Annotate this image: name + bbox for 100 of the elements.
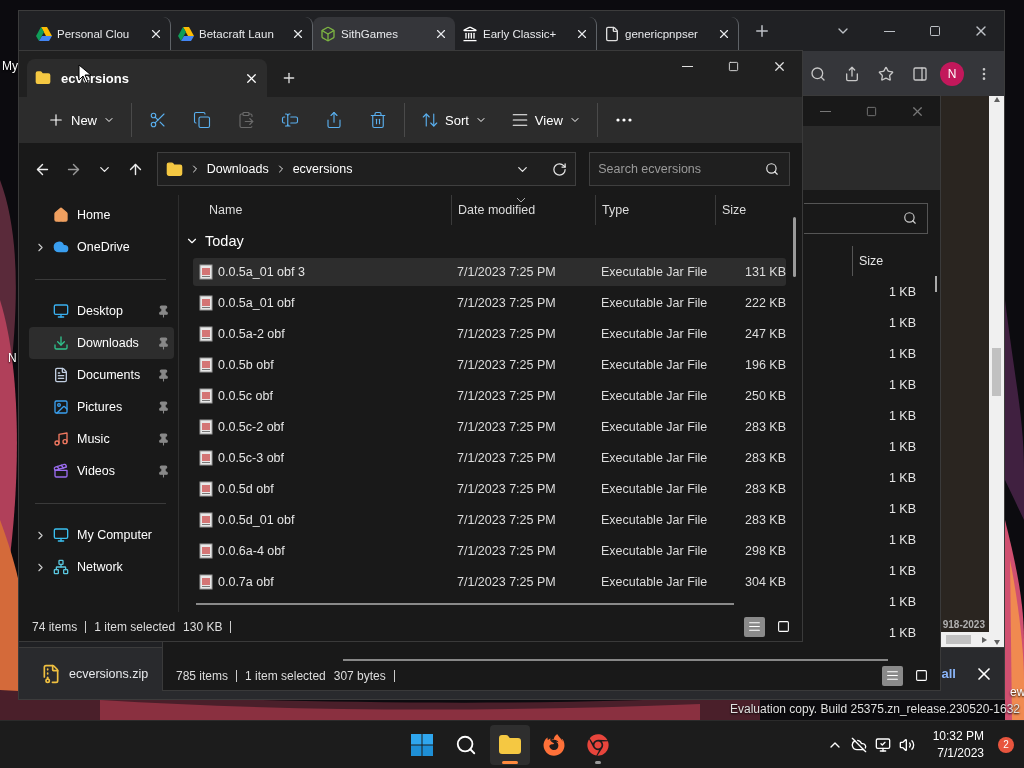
file-row[interactable]: 0.0.5c obf 7/1/2023 7:25 PM Executable Jar File 250 KB [193,382,786,410]
size-cell: 1 KB [888,532,916,547]
selection-size: 307 bytes [333,668,386,683]
selection-info: 1 item selected [245,668,326,683]
date-cell-text: 7/1/2023 7:25 PM [456,512,557,527]
selection-info: 1 item selected [94,619,176,634]
column-header[interactable]: Date modified [451,195,595,225]
breadcrumb[interactable]: Downloads [206,162,269,176]
size-cell: 1 KB [888,408,916,423]
file-row[interactable]: 0.0.5a-2 obf 7/1/2023 7:25 PM Executable Jar File 247 KB [193,320,786,349]
sidebar-item[interactable]: Pictures [29,391,174,423]
search-field[interactable]: Search ecversions [589,152,790,186]
browser-tab[interactable]: SithGames [313,17,455,51]
size-cell: 1 KB [888,284,916,299]
type-cell-text: Executable Jar File [600,574,709,589]
type-cell-text: Executable Jar File [600,419,709,434]
size-cell: 1 KB [888,315,916,330]
file-name: 0.0.6a-4 obf [218,543,285,558]
file-row[interactable]: 0.0.5a_01 obf 3 7/1/2023 7:25 PM Executable Jar File 131 KB [193,258,786,287]
download-item[interactable]: ecversions.zip [37,659,153,688]
file-row[interactable]: 0.0.5d obf 7/1/2023 7:25 PM Executable Jar File 283 KB [193,474,786,503]
date-cell-text: 7/1/2023 7:25 PM [456,358,557,373]
item-count: 785 items [176,668,229,683]
size-cell-text: 131 KB [744,265,786,280]
type-cell-text: Executable Jar File [600,481,709,496]
page-footer-text: 918-2023 [942,619,985,630]
sidebar-item[interactable]: Music [29,423,174,455]
file-row[interactable]: 0.0.5a_01 obf 7/1/2023 7:25 PM Executable Jar File 222 KB [193,289,786,318]
size-cell-text: 283 KB [744,512,786,527]
sidebar-item[interactable]: Downloads [29,327,174,359]
sidebar-item[interactable]: My Computer [29,519,174,551]
sidebar-item[interactable]: Network [29,551,174,583]
file-row[interactable]: 0.0.6a-4 obf 7/1/2023 7:25 PM Executable Jar File 298 KB [193,536,786,565]
date-cell-text: 7/1/2023 7:25 PM [456,450,557,465]
view-button[interactable]: View [500,103,591,137]
size-cell-text: 247 KB [744,327,786,342]
date-cell-text: 7/1/2023 7:25 PM [456,419,557,434]
file-row[interactable]: 0.0.5c-3 obf 7/1/2023 7:25 PM Executable Jar File 283 KB [193,443,786,472]
type-cell-text: Executable Jar File [600,358,709,373]
sidebar-item[interactable]: Videos [29,455,174,487]
group-header[interactable]: Today [179,224,786,257]
file-name: 0.0.5a_01 obf [218,296,295,311]
file-name: 0.0.5c-2 obf [218,419,284,434]
size-cell: 1 KB [888,377,916,392]
breadcrumb[interactable]: ecversions [292,162,353,176]
size-cell-text: 250 KB [744,389,786,403]
column-header[interactable]: Size [852,246,932,276]
date-cell-text: 7/1/2023 7:25 PM [456,543,557,558]
type-cell-text: Executable Jar File [600,389,709,403]
type-cell-text: Executable Jar File [600,512,709,527]
sidebar-item[interactable]: Desktop [29,295,174,327]
file-row[interactable]: 0.0.5d_01 obf 7/1/2023 7:25 PM Executable Jar File 283 KB [193,505,786,534]
date-cell-text: 7/1/2023 7:25 PM [456,574,557,589]
sidebar-item[interactable]: OneDrive [29,231,174,263]
size-cell: 1 KB [888,470,916,485]
date-cell-text: 7/1/2023 7:25 PM [456,265,557,280]
size-cell: 1 KB [888,625,916,640]
notification-badge[interactable]: 2 [998,736,1014,753]
address-bar[interactable]: Downloads ecversions [156,152,577,186]
date-cell-text: 7/1/2023 7:25 PM [456,481,557,496]
date-cell-text: 7/1/2023 7:25 PM [456,327,557,342]
size-cell: 1 KB [888,501,916,516]
file-row[interactable]: 0.0.7a obf 7/1/2023 7:25 PM Executable Jar File 304 KB [193,567,786,596]
size-cell-text: 298 KB [744,543,786,558]
sidebar-item[interactable]: Documents [29,359,174,391]
size-cell: 1 KB [888,563,916,578]
item-count: 74 items [32,619,78,634]
size-cell-text: 283 KB [744,450,786,465]
size-cell-text: 196 KB [744,358,786,373]
profile-avatar[interactable]: N [940,61,964,86]
date-cell-text: 7/1/2023 7:25 PM [456,389,557,403]
size-cell-text: 304 KB [744,574,786,589]
date-cell-text: 7/1/2023 7:25 PM [456,296,557,311]
new-button[interactable]: New [37,103,125,137]
file-row[interactable]: 0.0.5c-2 obf 7/1/2023 7:25 PM Executable Jar File 283 KB [193,412,786,441]
file-row[interactable]: 0.0.5b obf 7/1/2023 7:25 PM Executable Jar File 196 KB [193,351,786,380]
clock[interactable]: 10:32 PM 7/1/2023 [932,727,984,762]
column-header[interactable]: Type [595,195,715,225]
file-name: 0.0.5a-2 obf [218,327,285,342]
type-cell-text: Executable Jar File [600,543,709,558]
file-name: 0.0.5c-3 obf [218,450,284,465]
file-name: 0.0.7a obf [218,574,274,589]
selection-size: 130 KB [183,619,223,634]
file-name: 0.0.5a_01 obf 3 [218,265,305,280]
sidebar-item[interactable]: Home [29,199,174,231]
size-cell: 1 KB [888,346,916,361]
show-all-link[interactable]: all [941,666,956,681]
file-name: 0.0.5b obf [218,358,274,373]
size-cell-text: 222 KB [744,296,786,311]
file-name: 0.0.5c obf [218,389,273,403]
size-cell-text: 283 KB [744,481,786,496]
type-cell-text: Executable Jar File [600,265,709,280]
type-cell-text: Executable Jar File [600,296,709,311]
column-header[interactable]: Size [715,195,786,225]
size-cell: 1 KB [888,439,916,454]
desktop-icon-label: My [2,59,18,73]
column-header[interactable]: Name [193,195,451,225]
size-cell: 1 KB [888,594,916,609]
sort-button[interactable]: Sort [411,103,497,137]
file-name: 0.0.5d obf [218,481,274,496]
